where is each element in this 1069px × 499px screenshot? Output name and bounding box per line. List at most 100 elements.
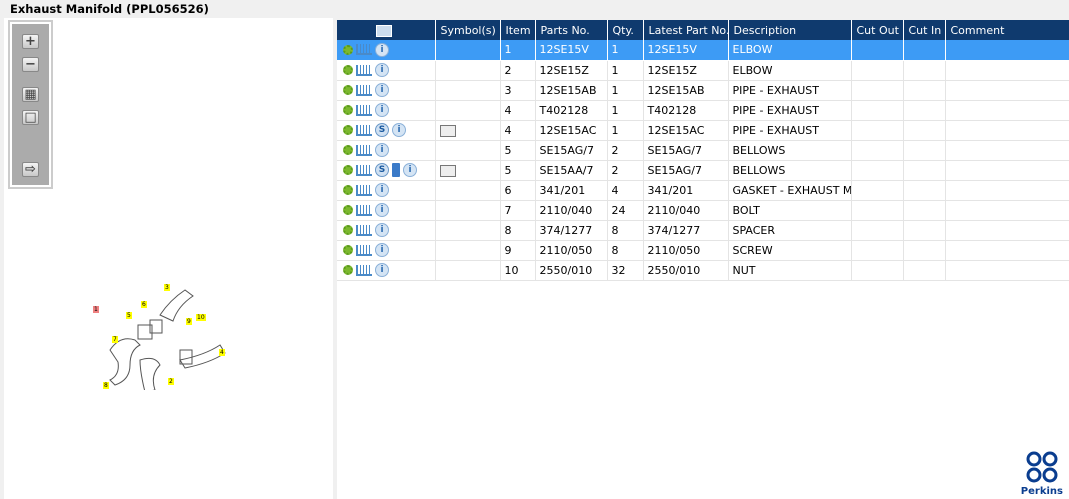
row-actions: i xyxy=(337,260,436,281)
info-icon[interactable]: i xyxy=(375,243,389,257)
info-icon[interactable]: i xyxy=(375,263,389,277)
settings-gear-icon[interactable] xyxy=(343,85,353,95)
settings-gear-icon[interactable] xyxy=(343,125,353,135)
part-cell: 12SE15V xyxy=(535,40,608,61)
callout-2[interactable]: 2 xyxy=(168,378,174,385)
part-cell: 374/1277 xyxy=(535,220,608,241)
add-to-cart-icon[interactable] xyxy=(356,64,372,76)
column-header[interactable]: Description xyxy=(728,20,852,40)
callout-8[interactable]: 8 xyxy=(103,382,109,389)
table-row[interactable]: i 8 374/1277 8 374/1277 SPACER xyxy=(337,220,1069,241)
add-to-cart-icon[interactable] xyxy=(356,44,372,56)
cut-out-cell xyxy=(851,60,904,81)
info-icon[interactable]: i xyxy=(375,143,389,157)
zoom-out-button[interactable]: − xyxy=(22,57,39,72)
add-to-cart-icon[interactable] xyxy=(356,84,372,96)
table-row[interactable]: i 2 12SE15Z 1 12SE15Z ELBOW xyxy=(337,60,1069,81)
info-icon[interactable]: i xyxy=(375,83,389,97)
add-to-cart-icon[interactable] xyxy=(356,144,372,156)
table-row[interactable]: i 9 2110/050 8 2110/050 SCREW xyxy=(337,240,1069,261)
column-header[interactable]: Parts No. xyxy=(535,20,608,40)
fit-to-window-button[interactable]: ▦ xyxy=(22,87,39,102)
table-row[interactable]: i 7 2110/040 24 2110/040 BOLT xyxy=(337,200,1069,221)
info-icon[interactable]: i xyxy=(392,123,406,137)
settings-gear-icon[interactable] xyxy=(343,245,353,255)
info-icon[interactable]: i xyxy=(375,183,389,197)
add-to-cart-icon[interactable] xyxy=(356,104,372,116)
symbol-cell xyxy=(435,60,501,81)
settings-gear-icon[interactable] xyxy=(343,145,353,155)
cut-out-cell xyxy=(851,220,904,241)
column-header[interactable]: Item xyxy=(500,20,536,40)
callout-4[interactable]: 4 xyxy=(219,349,225,356)
settings-gear-icon[interactable] xyxy=(343,44,353,55)
zoom-in-button[interactable]: + xyxy=(22,34,39,49)
table-row[interactable]: Si 5 SE15AA/7 2 SE15AG/7 BELLOWS xyxy=(337,160,1069,181)
info-icon[interactable]: i xyxy=(375,223,389,237)
supersession-icon[interactable]: S xyxy=(375,123,389,137)
info-icon[interactable]: i xyxy=(375,63,389,77)
settings-gear-icon[interactable] xyxy=(343,165,353,175)
table-row[interactable]: i6341/2014341/201GASKET - EXHAUST MANIFO… xyxy=(337,180,1069,201)
settings-gear-icon[interactable] xyxy=(343,205,353,215)
column-header[interactable]: Cut Out xyxy=(851,20,904,40)
settings-gear-icon[interactable] xyxy=(343,265,353,275)
table-row[interactable]: Si 4 12SE15AC 1 12SE15AC PIPE - EXHAUST xyxy=(337,120,1069,141)
toggle-panel-button[interactable]: ⇨ xyxy=(22,162,39,177)
manual-icon[interactable] xyxy=(392,163,400,177)
info-icon[interactable]: i xyxy=(375,103,389,117)
callout-3[interactable]: 3 xyxy=(164,284,170,291)
settings-gear-icon[interactable] xyxy=(343,185,353,195)
add-to-cart-icon[interactable] xyxy=(356,264,372,276)
desc-cell: BELLOWS xyxy=(728,140,852,161)
column-header[interactable]: Qty. xyxy=(607,20,644,40)
settings-gear-icon[interactable] xyxy=(343,225,353,235)
callout-6[interactable]: 6 xyxy=(141,301,147,308)
info-icon[interactable]: i xyxy=(375,42,389,57)
callout-10[interactable]: 10 xyxy=(196,314,206,321)
search-parts-icon[interactable] xyxy=(376,24,393,37)
row-actions: i xyxy=(337,100,436,121)
latest-cell: 2110/040 xyxy=(643,200,729,221)
desc-cell: SCREW xyxy=(728,240,852,261)
exploded-diagram[interactable]: 1 2 3 4 5 6 7 8 9 10 xyxy=(80,280,230,390)
callout-9[interactable]: 9 xyxy=(186,318,192,325)
actual-size-button[interactable]: □ xyxy=(22,110,39,125)
info-icon[interactable]: i xyxy=(375,203,389,217)
add-to-cart-icon[interactable] xyxy=(356,164,372,176)
column-header[interactable]: Comment xyxy=(945,20,1069,40)
callout-7[interactable]: 7 xyxy=(112,336,118,343)
add-to-cart-icon[interactable] xyxy=(356,184,372,196)
settings-gear-icon[interactable] xyxy=(343,65,353,75)
column-header[interactable]: Cut In xyxy=(903,20,946,40)
part-cell: 12SE15Z xyxy=(535,60,608,81)
row-actions: Si xyxy=(337,160,436,181)
callout-1[interactable]: 1 xyxy=(93,306,99,313)
column-header-actions[interactable] xyxy=(337,20,436,40)
comment-cell xyxy=(945,240,1069,261)
add-to-cart-icon[interactable] xyxy=(356,124,372,136)
add-to-cart-icon[interactable] xyxy=(356,204,372,216)
table-row[interactable]: i 3 12SE15AB 1 12SE15AB PIPE - EXHAUST xyxy=(337,80,1069,101)
callout-5[interactable]: 5 xyxy=(126,312,132,319)
table-row[interactable]: i 5 SE15AG/7 2 SE15AG/7 BELLOWS xyxy=(337,140,1069,161)
qty-cell: 24 xyxy=(607,200,644,221)
symbol-cell xyxy=(435,80,501,101)
comment-cell xyxy=(945,80,1069,101)
table-row[interactable]: i 10 2550/010 32 2550/010 NUT xyxy=(337,260,1069,281)
supersession-icon[interactable]: S xyxy=(375,163,389,177)
cut-in-cell xyxy=(903,100,946,121)
book-search-icon[interactable] xyxy=(439,124,456,137)
settings-gear-icon[interactable] xyxy=(343,105,353,115)
table-row[interactable]: i 1 12SE15V 1 12SE15V ELBOW xyxy=(337,40,1069,61)
add-to-cart-icon[interactable] xyxy=(356,224,372,236)
parts-table: Symbol(s) Item Parts No. Qty. Latest Part No… xyxy=(337,20,1069,281)
column-header[interactable]: Symbol(s) xyxy=(435,20,501,40)
table-row[interactable]: i 4 T402128 1 T402128 PIPE - EXHAUST xyxy=(337,100,1069,121)
book-search-icon[interactable] xyxy=(439,164,456,177)
info-icon[interactable]: i xyxy=(403,163,417,177)
add-to-cart-icon[interactable] xyxy=(356,244,372,256)
cut-in-cell xyxy=(903,80,946,101)
part-cell: 2110/040 xyxy=(535,200,608,221)
column-header[interactable]: Latest Part No. xyxy=(643,20,729,40)
